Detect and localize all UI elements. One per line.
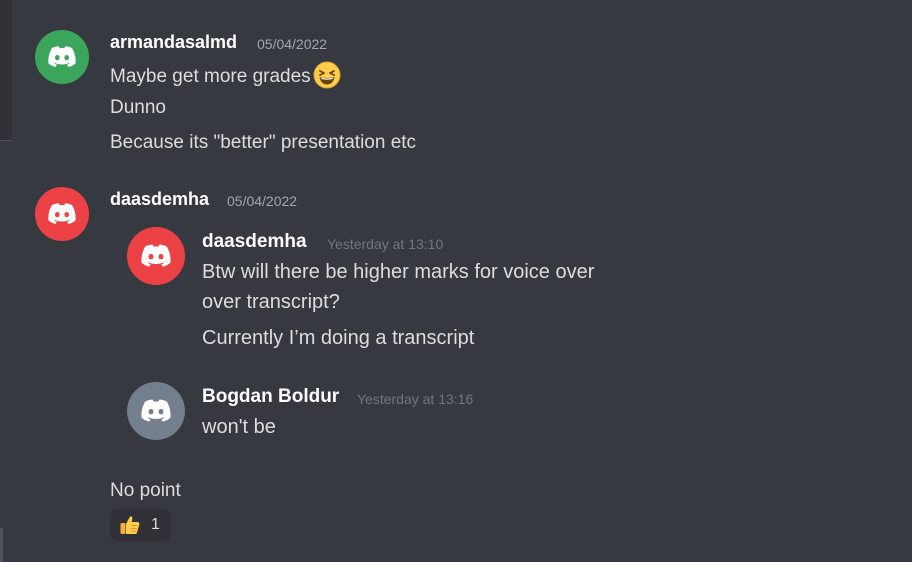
username[interactable]: armandasalmd	[110, 32, 237, 53]
message-line: Maybe get more grades	[110, 66, 311, 88]
quoted-avatar[interactable]	[127, 227, 185, 285]
reaction-thumbs-up[interactable]: 1	[110, 509, 171, 541]
discord-logo-icon	[141, 244, 171, 267]
discord-logo-icon	[48, 203, 76, 224]
quoted-avatar[interactable]	[127, 382, 185, 440]
quoted-message-line: Currently I’m doing a transcript	[202, 327, 475, 349]
quoted-timestamp: Yesterday at 13:10	[327, 236, 444, 252]
sidebar-divider	[0, 140, 12, 141]
timestamp: 05/04/2022	[257, 36, 328, 52]
sidebar-edge	[0, 0, 12, 140]
scrollbar-edge[interactable]	[0, 528, 3, 562]
message-line: No point	[110, 480, 181, 501]
quoted-message-line: won't be	[202, 416, 276, 438]
quoted-message-line: over transcript?	[202, 291, 340, 313]
message-line: Because its "better" presentation etc	[110, 132, 417, 153]
discord-logo-icon	[48, 46, 76, 67]
quoted-username[interactable]: daasdemha	[202, 231, 307, 253]
thumbs-up-icon	[120, 516, 140, 534]
username[interactable]: daasdemha	[110, 189, 209, 210]
avatar[interactable]	[35, 30, 89, 84]
avatar[interactable]	[35, 187, 89, 241]
timestamp: 05/04/2022	[227, 193, 298, 209]
quoted-timestamp: Yesterday at 13:16	[357, 391, 474, 407]
grinning-squinting-face-icon	[313, 61, 341, 89]
discord-logo-icon	[141, 399, 171, 422]
message-text: Maybe get more grades	[110, 61, 341, 91]
quoted-username[interactable]: Bogdan Boldur	[202, 386, 339, 408]
message-line: Dunno	[110, 97, 166, 118]
reaction-count: 1	[151, 516, 160, 533]
quoted-message-line: Btw will there be higher marks for voice…	[202, 261, 595, 283]
